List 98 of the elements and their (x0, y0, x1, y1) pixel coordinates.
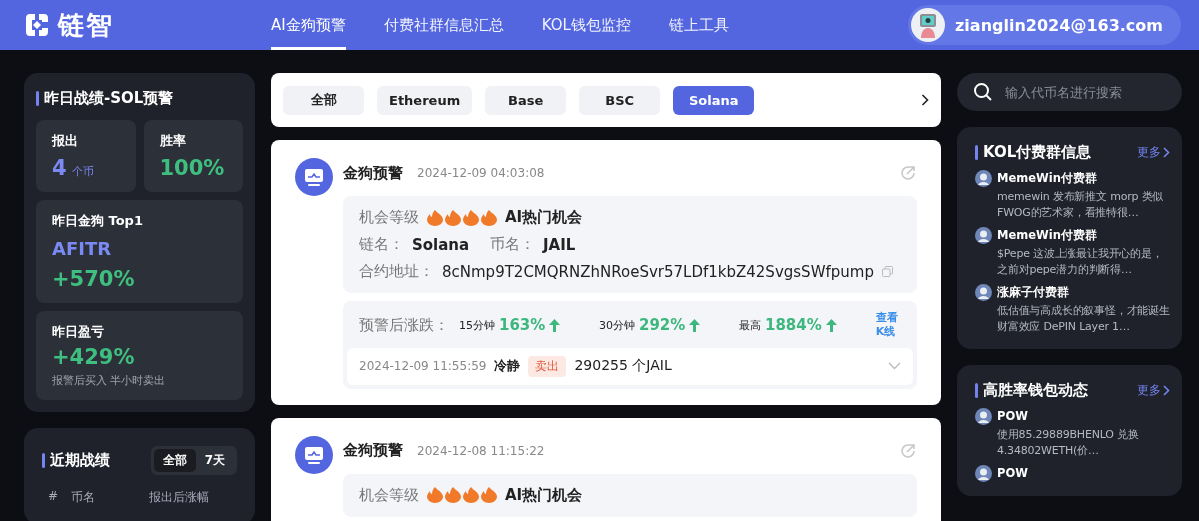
chevron-right-icon (1163, 384, 1170, 396)
opportunity-text: AI热门机会 (505, 485, 583, 505)
alert-title: 金狗预警 (343, 441, 403, 461)
flame-icon (481, 487, 497, 504)
stat-unit: 个币 (71, 164, 94, 179)
gain-value: 1884% (765, 316, 822, 335)
chain-label: 链名： (359, 235, 404, 254)
chain-filter-tab[interactable]: 全部 (283, 85, 364, 115)
change-label: 预警后涨跌： (359, 315, 450, 335)
stat-value: 100% (159, 156, 225, 180)
card-title: 高胜率钱包动态 (983, 380, 1088, 400)
chain-filter-tab[interactable]: BSC (579, 85, 661, 115)
nav-tab[interactable]: 付费社群信息汇总 (383, 0, 504, 50)
opportunity-text: AI热门机会 (505, 208, 583, 227)
chain-filter-tab[interactable]: Ethereum (377, 85, 473, 115)
avatar-icon (975, 170, 992, 187)
avatar-icon (975, 407, 992, 425)
contract-address: 8cNmp9T2CMQRNZhNRoeSvr57LDf1kbZ42SvgsSWfpump (442, 262, 874, 281)
column-header: # (48, 489, 60, 505)
group-name[interactable]: MemeWin付费群 (997, 227, 1097, 243)
stat-label: 昨日盈亏 (52, 323, 105, 341)
alert-time: 2024-12-09 04:03:08 (417, 166, 545, 180)
monitor-icon (295, 158, 333, 196)
stat-note: 报警后买入 半小时卖出 (52, 373, 167, 388)
chevron-right-icon (1163, 147, 1170, 158)
group-name[interactable]: 涨麻子付费群 (997, 284, 1069, 300)
group-name[interactable]: MemeWin付费群 (997, 171, 1097, 186)
more-link[interactable]: 更多 (1137, 144, 1170, 161)
period-label: 30分钟 (599, 317, 635, 333)
trade-row[interactable]: 2024-12-09 11:55:59 冷静 卖出 290255 个JAIL (347, 347, 913, 385)
level-label: 机会等级 (359, 208, 419, 227)
logo-text: 链智 (58, 8, 114, 42)
robot-avatar-icon (911, 8, 946, 42)
message-text: 低估值与高成长的叙事怪，才能诞生财富效应 DePIN Layer 1… (996, 302, 1170, 335)
user-menu[interactable]: zianglin2024@163.com (908, 5, 1181, 45)
level-label: 机会等级 (359, 485, 419, 505)
arrow-up-icon (825, 318, 837, 332)
gain-value: 163% (499, 316, 546, 335)
avatar-icon (975, 464, 992, 482)
period-tab[interactable]: 7天 (195, 449, 234, 472)
flame-icon (463, 209, 479, 226)
arrow-up-icon (549, 318, 561, 332)
logo-icon (24, 12, 50, 38)
more-link[interactable]: 更多 (1137, 381, 1170, 399)
flame-icon (445, 209, 461, 226)
alert-time: 2024-12-08 11:15:22 (417, 443, 545, 458)
sell-tag: 卖出 (528, 355, 567, 377)
stat-label: 胜率 (159, 132, 187, 150)
message-text: 使用85.29889BHENLO 兑换4.34802WETH(价… (996, 426, 1140, 459)
chevron-down-icon[interactable] (888, 362, 901, 371)
token-name: AFITR (52, 238, 113, 259)
stat-value: 4 (52, 156, 67, 180)
avatar-icon (975, 283, 992, 301)
contract-label: 合约地址： (359, 262, 434, 281)
avatar-icon (975, 226, 992, 244)
chain-value: Solana (412, 235, 471, 254)
flame-icon (463, 487, 479, 504)
alert-title: 金狗预警 (343, 163, 403, 183)
flame-icon (427, 209, 443, 226)
arrow-up-icon (689, 318, 701, 332)
token-value: JAIL (543, 235, 576, 254)
chain-filter-tab[interactable]: Solana (673, 85, 755, 115)
copy-icon[interactable] (881, 266, 893, 277)
search-field[interactable]: 输入代币名进行搜索 (957, 73, 1182, 111)
share-icon[interactable] (899, 164, 917, 182)
nav-tab[interactable]: AI金狗预警 (271, 0, 346, 50)
flame-icon (481, 209, 497, 226)
chain-filter-tab[interactable]: Base (485, 85, 567, 115)
share-icon[interactable] (899, 441, 917, 460)
stat-value: +429% (52, 345, 136, 369)
period-tab[interactable]: 全部 (153, 449, 196, 472)
token-label: 币名： (490, 235, 535, 254)
user-email: zianglin2024@163.com (955, 15, 1163, 35)
message-text: memewin 发布新推文 morp 类似FWOG的艺术家，看推特很… (996, 189, 1165, 221)
nav-tab[interactable]: KOL钱包监控 (541, 0, 631, 50)
stat-label: 昨日金狗 Top1 (52, 212, 144, 230)
period-label: 最高 (739, 317, 761, 333)
trade-mood: 冷静 (494, 357, 521, 376)
period-label: 15分钟 (459, 317, 495, 333)
trade-time: 2024-12-09 11:55:59 (359, 359, 487, 374)
chevron-right-icon[interactable] (921, 94, 929, 106)
wallet-name[interactable]: POW (997, 466, 1028, 480)
flame-icon (445, 487, 461, 504)
flame-icon (427, 487, 443, 504)
nav-tab[interactable]: 链上工具 (668, 0, 729, 50)
message-text: $Pepe 这波上涨最让我开心的是，之前对pepe潜力的判断得… (996, 245, 1164, 278)
trade-amount: 290255 个JAIL (574, 357, 672, 376)
monitor-icon (295, 435, 333, 474)
stat-label: 报出 (52, 132, 79, 150)
card-title: KOL付费群信息 (983, 143, 1092, 162)
column-header: 币名 (70, 489, 96, 506)
wallet-name[interactable]: POW (997, 409, 1028, 424)
card-title: 近期战绩 (50, 451, 110, 470)
search-icon (973, 82, 993, 102)
stat-value: +570% (52, 267, 136, 291)
card-title: 昨日战绩-SOL预警 (44, 89, 174, 108)
column-header: 报出后涨幅 (148, 489, 210, 506)
gain-value: 292% (639, 316, 686, 335)
